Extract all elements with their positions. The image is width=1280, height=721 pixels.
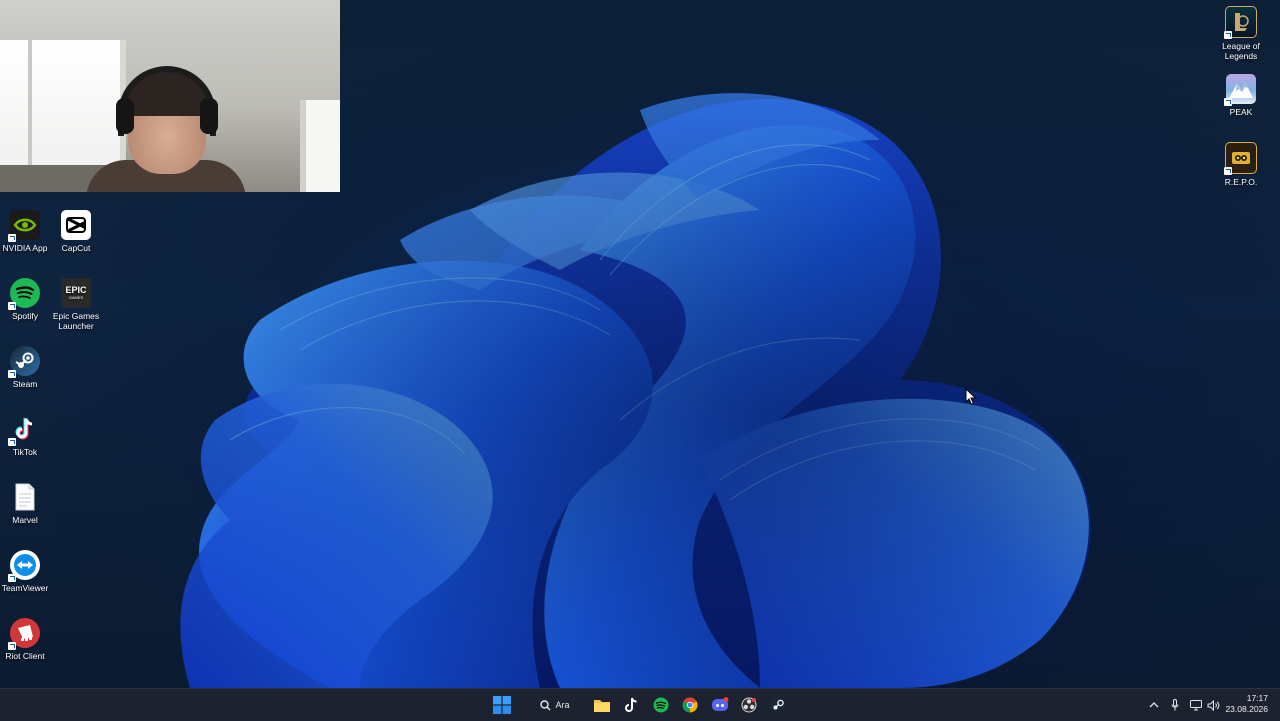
nvidia-icon <box>8 210 40 242</box>
taskbar-obs[interactable] <box>737 693 761 717</box>
desktop-icon-steam[interactable]: Steam <box>0 346 53 389</box>
desktop-icon-nvidia-app[interactable]: NVIDIA App <box>0 210 53 253</box>
desktop-icon-label: Epic Games Launcher <box>52 311 100 331</box>
desktop-icon-epic-games-launcher[interactable]: EPIC GAMES Epic Games Launcher <box>48 278 104 331</box>
epic-tile-text: EPIC <box>65 285 87 295</box>
desktop: NVIDIA App CapCut Spotify EPIC GAMES Epi… <box>0 0 1280 688</box>
headset-earcup-left <box>116 98 134 134</box>
chevron-up-icon <box>1149 702 1159 708</box>
steam-icon <box>770 697 786 713</box>
desktop-icon-label: PEAK <box>1229 107 1253 117</box>
epic-games-icon: EPIC GAMES <box>61 278 91 308</box>
desktop-icon-league-of-legends[interactable]: League of Legends <box>1213 6 1269 61</box>
peak-icon <box>1224 74 1256 106</box>
start-icon <box>493 696 511 714</box>
tray-network[interactable] <box>1188 693 1204 717</box>
chrome-icon <box>682 697 698 713</box>
network-icon <box>1190 699 1202 710</box>
teamviewer-icon <box>8 550 40 582</box>
desktop-icon-label: League of Legends <box>1222 41 1260 61</box>
desktop-icon-label: NVIDIA App <box>2 243 48 253</box>
taskbar-clock[interactable]: 17:17 23.08.2026 <box>1225 693 1268 715</box>
desktop-icon-riot-client[interactable]: Riot Client <box>0 618 53 661</box>
epic-tile-subtext: GAMES <box>68 295 84 300</box>
steam-icon <box>8 346 40 378</box>
tray-overflow-button[interactable] <box>1146 693 1162 717</box>
search-button[interactable]: Ara <box>530 693 580 717</box>
taskbar-tiktok[interactable] <box>619 693 643 717</box>
desktop-icon-label: Spotify <box>12 311 38 321</box>
webcam-overlay <box>0 0 340 192</box>
tray-microphone[interactable] <box>1168 693 1182 717</box>
taskbar: Ara 17:17 23.08.2026 <box>0 688 1280 721</box>
spotify-icon <box>8 278 40 310</box>
mouse-cursor-icon <box>965 388 977 406</box>
webcam-window-frame <box>28 40 32 165</box>
taskbar-steam[interactable] <box>766 693 790 717</box>
tiktok-icon <box>625 697 637 712</box>
desktop-icon-repo[interactable]: R.E.P.O. <box>1213 142 1269 187</box>
obs-icon <box>741 697 757 713</box>
desktop-icon-capcut[interactable]: CapCut <box>48 210 104 253</box>
desktop-icon-peak[interactable]: PEAK <box>1213 74 1269 117</box>
desktop-icon-label: TeamViewer <box>1 583 49 593</box>
desktop-icon-label: R.E.P.O. <box>1224 177 1258 187</box>
webcam-window-background <box>0 40 126 165</box>
desktop-icon-spotify[interactable]: Spotify <box>0 278 53 321</box>
desktop-icon-teamviewer[interactable]: TeamViewer <box>0 550 53 593</box>
document-icon <box>10 482 40 512</box>
taskbar-file-explorer[interactable] <box>590 693 614 717</box>
discord-icon <box>712 697 729 711</box>
clock-date: 23.08.2026 <box>1225 704 1268 714</box>
search-icon <box>540 699 551 710</box>
start-button[interactable] <box>490 693 514 717</box>
microphone-icon <box>1171 699 1179 711</box>
file-explorer-icon <box>594 700 610 712</box>
taskbar-discord[interactable] <box>708 693 732 717</box>
league-of-legends-icon <box>1224 6 1257 39</box>
desktop-icon-label: CapCut <box>61 243 91 253</box>
desktop-icon-label: Riot Client <box>5 651 45 661</box>
spotify-icon <box>653 697 669 713</box>
clock-time: 17:17 <box>1246 693 1268 703</box>
taskbar-spotify[interactable] <box>649 693 673 717</box>
desktop-icon-label: Marvel <box>12 515 38 525</box>
search-label: Ara <box>555 700 570 710</box>
capcut-icon <box>61 210 91 240</box>
desktop-icon-marvel[interactable]: Marvel <box>0 482 53 525</box>
desktop-icon-tiktok[interactable]: TikTok <box>0 414 53 457</box>
headset-earcup-right <box>200 98 218 134</box>
desktop-icon-label: TikTok <box>12 447 38 457</box>
riot-icon <box>8 618 40 650</box>
repo-icon <box>1224 142 1257 175</box>
tiktok-icon <box>8 414 40 446</box>
tray-volume[interactable] <box>1205 693 1221 717</box>
desktop-icon-label: Steam <box>12 379 38 389</box>
webcam-door <box>300 100 340 192</box>
taskbar-chrome[interactable] <box>678 693 702 717</box>
volume-icon <box>1207 699 1219 711</box>
